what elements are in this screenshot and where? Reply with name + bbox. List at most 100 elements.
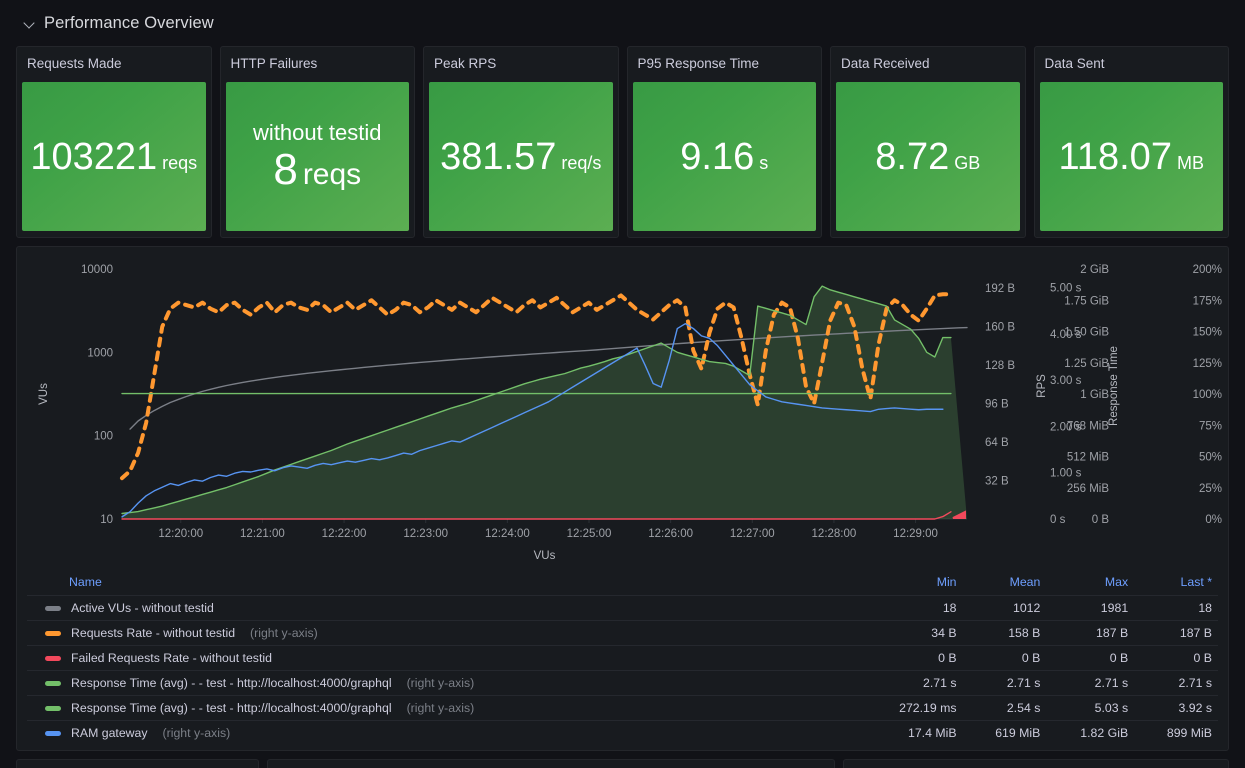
axis-tick-label: 1.75 GiB: [1064, 295, 1109, 307]
series-name: Response Time (avg) - - test - http://lo…: [71, 701, 392, 715]
legend-row[interactable]: Active VUs - without testid 18 1012 1981 18: [27, 595, 1218, 621]
legend-row[interactable]: Requests Rate - without testid (right y-a…: [27, 620, 1218, 646]
dashboard-row-header[interactable]: Performance Overview: [0, 0, 1245, 46]
axis-tick-label: VUs: [534, 550, 556, 562]
series-color-swatch[interactable]: [45, 705, 61, 711]
stat-value-line: 118.07 MB: [1059, 138, 1204, 176]
legend-row[interactable]: Response Time (avg) - - test - http://lo…: [27, 670, 1218, 696]
axis-tick-label: 1.00 s: [1050, 468, 1082, 480]
axis-tick-label: 768 MiB: [1067, 420, 1110, 432]
axis-tick-label: 2 GiB: [1080, 264, 1109, 276]
series-color-swatch[interactable]: [45, 730, 61, 736]
series-axis-note: (right y-axis): [162, 726, 231, 740]
stat-unit: MB: [1176, 152, 1204, 173]
stat-panel[interactable]: P95 Response Time 9.16 s: [626, 46, 822, 238]
legend-row[interactable]: RAM gateway (right y-axis) 17.4 MiB 619 MiB…: [27, 720, 1218, 745]
legend-last-cell: 3.92 s: [1134, 695, 1218, 721]
stat-unit: GB: [954, 152, 981, 173]
legend-series-cell[interactable]: Response Time (avg) - - test - http://lo…: [27, 670, 861, 696]
stat-value: 8: [273, 144, 298, 194]
stat-value-line: 381.57 req/s: [440, 138, 601, 176]
plot-svg[interactable]: 10 100 1000 10000 VUs 32 B 64 B 96 B 128 B 160 B 1…: [17, 247, 1228, 572]
series-color-swatch[interactable]: [45, 605, 61, 611]
stat-unit: reqs: [162, 152, 198, 173]
legend-max-cell: 187 B: [1046, 620, 1135, 646]
axis-tick-label: 1000: [87, 347, 113, 359]
stat-value: 9.16: [680, 135, 755, 178]
stat-panel[interactable]: Requests Made 103221 reqs: [16, 46, 212, 238]
series-name: RAM gateway: [71, 726, 148, 740]
legend-series-cell[interactable]: RAM gateway (right y-axis): [27, 720, 861, 745]
legend-series-cell[interactable]: Active VUs - without testid: [27, 595, 861, 621]
axis-tick-label: 3.00 s: [1050, 375, 1082, 387]
axis-tick-label: 125%: [1193, 358, 1222, 370]
plot-area[interactable]: 10 100 1000 10000 VUs 32 B 64 B 96 B 128 B 160 B 1…: [17, 247, 1228, 572]
legend-mean-cell: 158 B: [962, 620, 1047, 646]
legend: Name Min Mean Max Last * Active VUs - wi…: [17, 572, 1228, 750]
stat-panel-body: 118.07 MB: [1039, 82, 1223, 231]
stat-panel[interactable]: HTTP Failures without testid 8 reqs: [219, 46, 415, 238]
axis-tick-label: 12:28:00: [812, 528, 857, 540]
stat-unit: reqs: [302, 157, 362, 191]
axis-tick-label: 150%: [1193, 327, 1222, 339]
series-axis-note: (right y-axis): [406, 676, 475, 690]
legend-col-min[interactable]: Min: [861, 572, 963, 596]
series-name: Requests Rate - without testid: [71, 626, 236, 640]
axis-tick-label: 1.50 GiB: [1064, 327, 1109, 339]
axis-tick-label: 75%: [1199, 420, 1222, 432]
axis-tick-label: 12:23:00: [403, 528, 448, 540]
legend-last-cell: 0 B: [1134, 645, 1218, 671]
legend-series-label: Response Time (avg) - - test - http://lo…: [27, 676, 855, 690]
stat-panel[interactable]: Peak RPS 381.57 req/s: [423, 46, 619, 238]
stat-panel-row: Requests Made 103221 reqs HTTP Failures with…: [0, 46, 1245, 238]
axis-tick-label: 12:25:00: [567, 528, 612, 540]
legend-mean-cell: 2.71 s: [962, 670, 1047, 696]
panel-partial-2[interactable]: [267, 759, 835, 768]
axis-tick-label: 1 GiB: [1080, 389, 1109, 401]
axis-tick-label: 12:20:00: [158, 528, 203, 540]
axis-tick-label: 512 MiB: [1067, 452, 1110, 464]
chevron-down-icon[interactable]: [24, 17, 36, 29]
stat-panel-title: Data Sent: [1044, 56, 1105, 71]
legend-min-cell: 34 B: [860, 620, 963, 646]
panel-partial-1[interactable]: [16, 759, 259, 768]
axis-tick-label: 10000: [81, 264, 113, 276]
panel-partial-3[interactable]: [843, 759, 1229, 768]
next-row-panels: [0, 759, 1245, 768]
legend-min-cell: 2.71 s: [860, 670, 963, 696]
stat-panel-body: 103221 reqs: [22, 82, 206, 231]
stat-panel-title: Peak RPS: [434, 56, 497, 71]
axis-tick-label: 64 B: [985, 437, 1009, 449]
legend-last-cell: 899 MiB: [1134, 720, 1218, 745]
axis-tick-label: 5.00 s: [1050, 283, 1082, 295]
series-color-swatch[interactable]: [45, 655, 61, 661]
legend-min-cell: 0 B: [860, 645, 963, 671]
stat-panel[interactable]: Data Sent 118.07 MB: [1033, 46, 1229, 238]
legend-max-cell: 5.03 s: [1046, 695, 1135, 721]
legend-mean-cell: 2.54 s: [962, 695, 1047, 721]
series-color-swatch[interactable]: [45, 680, 61, 686]
stat-value-line: 103221 reqs: [30, 138, 197, 176]
legend-last-cell: 18: [1134, 595, 1218, 621]
series-name: Response Time (avg) - - test - http://lo…: [71, 676, 392, 690]
legend-series-cell[interactable]: Failed Requests Rate - without testid: [27, 645, 861, 671]
legend-series-label: RAM gateway (right y-axis): [27, 726, 855, 740]
stat-panel[interactable]: Data Received 8.72 GB: [830, 46, 1026, 238]
stat-value: 8.72: [875, 135, 950, 178]
legend-col-name[interactable]: Name: [27, 572, 861, 596]
legend-header-row: Name Min Mean Max Last *: [27, 572, 1218, 596]
stat-value-line: 8.72 GB: [875, 138, 980, 176]
legend-col-max[interactable]: Max: [1046, 572, 1134, 596]
stat-unit: s: [759, 152, 769, 173]
legend-row[interactable]: Response Time (avg) - - test - http://lo…: [27, 695, 1218, 721]
axis-tick-label: 12:29:00: [893, 528, 938, 540]
axis-tick-label: 160 B: [985, 322, 1015, 334]
legend-col-mean[interactable]: Mean: [963, 572, 1047, 596]
legend-series-cell[interactable]: Requests Rate - without testid (right y-a…: [27, 620, 861, 646]
legend-col-last[interactable]: Last *: [1134, 572, 1218, 596]
legend-row[interactable]: Failed Requests Rate - without testid 0 B…: [27, 645, 1218, 671]
legend-series-cell[interactable]: Response Time (avg) - - test - http://lo…: [27, 695, 861, 721]
series-color-swatch[interactable]: [45, 630, 61, 636]
axis-tick-label: RPS: [1036, 374, 1048, 398]
stat-panel-prefix: without testid: [253, 120, 382, 146]
